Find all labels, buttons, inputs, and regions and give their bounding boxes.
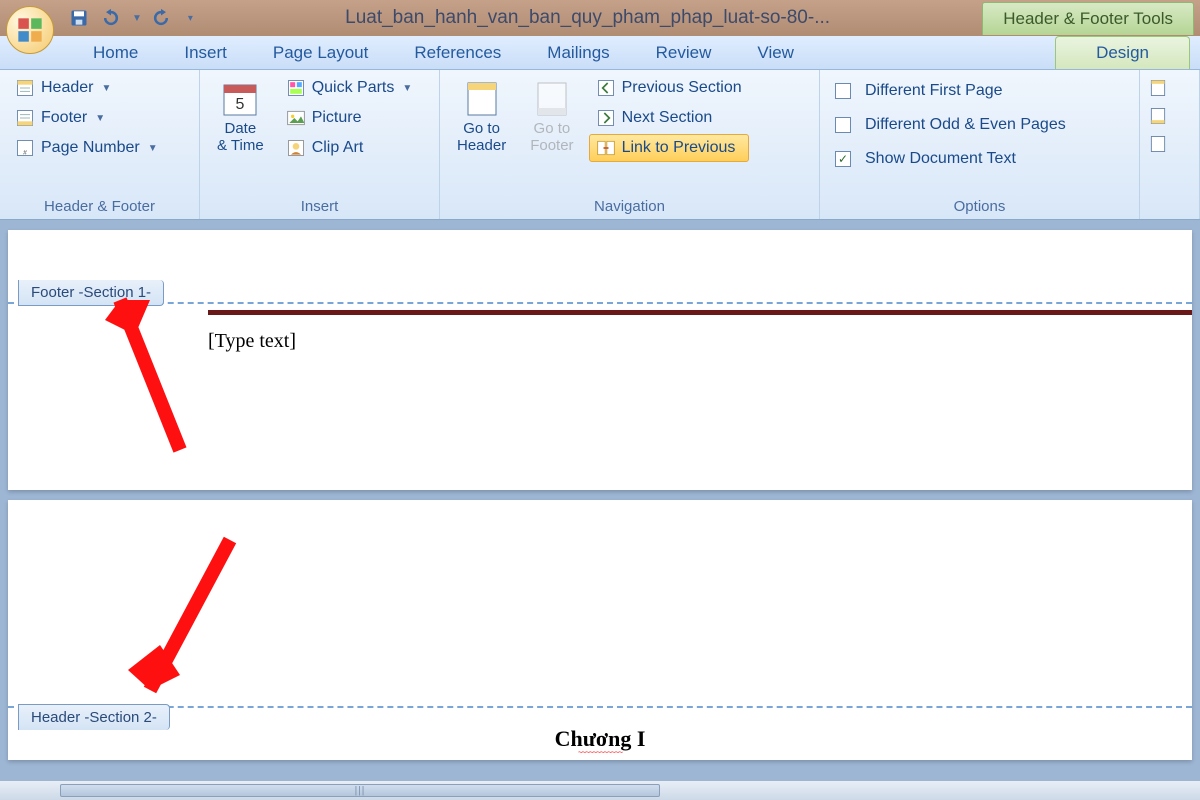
show-doc-label: Show Document Text (865, 150, 1016, 168)
group-label: Insert (208, 196, 431, 217)
diff-first-label: Different First Page (865, 82, 1003, 100)
checkbox-icon (835, 83, 851, 99)
footer-button[interactable]: Footer ▼ (8, 104, 191, 132)
tab-view[interactable]: View (734, 36, 817, 69)
goto-header-icon (462, 79, 502, 119)
different-odd-even-checkbox[interactable]: Different Odd & Even Pages (828, 112, 1073, 138)
calendar-icon: 5 (220, 79, 260, 119)
group-label: Options (828, 196, 1131, 217)
quick-parts-icon (286, 78, 306, 98)
chevron-down-icon: ▼ (95, 113, 105, 124)
undo-dropdown[interactable]: ▼ (132, 13, 142, 24)
footer-icon (15, 108, 35, 128)
document-area[interactable]: Footer -Section 1- [Type text] Header -S… (0, 220, 1200, 780)
prev-section-icon (596, 78, 616, 98)
clip-art-button[interactable]: Clip Art (279, 134, 420, 162)
scrollbar-grip-icon: ||| (355, 785, 366, 796)
chevron-down-icon: ▼ (148, 143, 158, 154)
header-button[interactable]: Header ▼ (8, 74, 191, 102)
undo-icon (101, 8, 121, 28)
footer-label: Footer (41, 109, 87, 127)
group-label: Header & Footer (8, 196, 191, 217)
group-insert: 5 Date & Time Quick Parts ▼ Picture Clip… (200, 70, 440, 219)
tab-references[interactable]: References (391, 36, 524, 69)
prev-section-label: Previous Section (622, 79, 742, 97)
group-navigation: Go to Header Go to Footer Previous Secti… (440, 70, 820, 219)
checkbox-icon (835, 117, 851, 133)
tab-home[interactable]: Home (70, 36, 161, 69)
link-prev-label: Link to Previous (622, 139, 736, 157)
ribbon-tabs: Home Insert Page Layout References Maili… (0, 36, 1200, 70)
footer-placeholder-text[interactable]: [Type text] (208, 330, 296, 353)
annotation-arrow-2 (120, 530, 260, 720)
clip-art-icon (286, 138, 306, 158)
next-section-label: Next Section (622, 109, 713, 127)
header-icon (15, 78, 35, 98)
link-icon (596, 138, 616, 158)
goto-header-button[interactable]: Go to Header (448, 74, 515, 159)
office-logo-icon (16, 16, 44, 44)
save-button[interactable] (66, 5, 92, 31)
page-number-button[interactable]: # Page Number ▼ (8, 134, 191, 162)
quick-parts-label: Quick Parts (312, 79, 395, 97)
tab-mailings[interactable]: Mailings (524, 36, 632, 69)
goto-footer-icon (532, 79, 572, 119)
next-section-button[interactable]: Next Section (589, 104, 749, 132)
different-first-page-checkbox[interactable]: Different First Page (828, 78, 1073, 104)
picture-label: Picture (312, 109, 362, 127)
picture-button[interactable]: Picture (279, 104, 420, 132)
undo-button[interactable] (98, 5, 124, 31)
horizontal-scrollbar[interactable]: ||| (0, 780, 1200, 800)
tab-insert[interactable]: Insert (161, 36, 250, 69)
spellcheck-underline: ~~~~~~~~~~~~ (578, 748, 622, 757)
goto-footer-label: Go to Footer (530, 121, 573, 154)
chevron-down-icon: ▼ (402, 83, 412, 94)
date-time-button[interactable]: 5 Date & Time (208, 74, 273, 159)
window-title: Luat_ban_hanh_van_ban_quy_pham_phap_luat… (193, 7, 982, 29)
footer-horizontal-rule (208, 310, 1192, 315)
clip-art-label: Clip Art (312, 139, 364, 157)
group-label: Navigation (448, 196, 811, 217)
tab-icon (1148, 134, 1168, 154)
group-position-partial (1140, 70, 1200, 219)
group-header-footer: Header ▼ Footer ▼ # Page Number ▼ Header… (0, 70, 200, 219)
chevron-down-icon: ▼ (101, 83, 111, 94)
quick-access-toolbar: ▼ ▾ (66, 5, 193, 31)
next-section-icon (596, 108, 616, 128)
goto-footer-button[interactable]: Go to Footer (521, 74, 582, 159)
date-time-label: Date & Time (217, 121, 264, 154)
show-document-text-checkbox[interactable]: ✓ Show Document Text (828, 146, 1073, 172)
redo-button[interactable] (148, 5, 174, 31)
page-number-icon: # (15, 138, 35, 158)
checkbox-checked-icon: ✓ (835, 151, 851, 167)
picture-icon (286, 108, 306, 128)
tab-review[interactable]: Review (633, 36, 735, 69)
tab-page-layout[interactable]: Page Layout (250, 36, 391, 69)
group-options: Different First Page Different Odd & Eve… (820, 70, 1140, 219)
page-number-label: Page Number (41, 139, 140, 157)
tab-design[interactable]: Design (1055, 36, 1190, 69)
annotation-arrow-1 (100, 280, 220, 470)
contextual-tab-label: Header & Footer Tools (982, 2, 1194, 35)
office-button[interactable] (6, 6, 54, 54)
ribbon: Header ▼ Footer ▼ # Page Number ▼ Header… (0, 70, 1200, 220)
save-icon (69, 8, 89, 28)
diff-odd-even-label: Different Odd & Even Pages (865, 116, 1066, 134)
footer-from-bottom-icon (1148, 106, 1168, 126)
redo-icon (151, 8, 171, 28)
header-from-top-icon (1148, 78, 1168, 98)
svg-text:#: # (23, 150, 27, 157)
goto-header-label: Go to Header (457, 121, 506, 154)
link-to-previous-button[interactable]: Link to Previous (589, 134, 749, 162)
quick-parts-button[interactable]: Quick Parts ▼ (279, 74, 420, 102)
title-bar: ▼ ▾ Luat_ban_hanh_van_ban_quy_pham_phap_… (0, 0, 1200, 36)
svg-text:5: 5 (236, 96, 245, 113)
scrollbar-thumb[interactable]: ||| (60, 784, 660, 797)
header-label: Header (41, 79, 93, 97)
previous-section-button[interactable]: Previous Section (589, 74, 749, 102)
